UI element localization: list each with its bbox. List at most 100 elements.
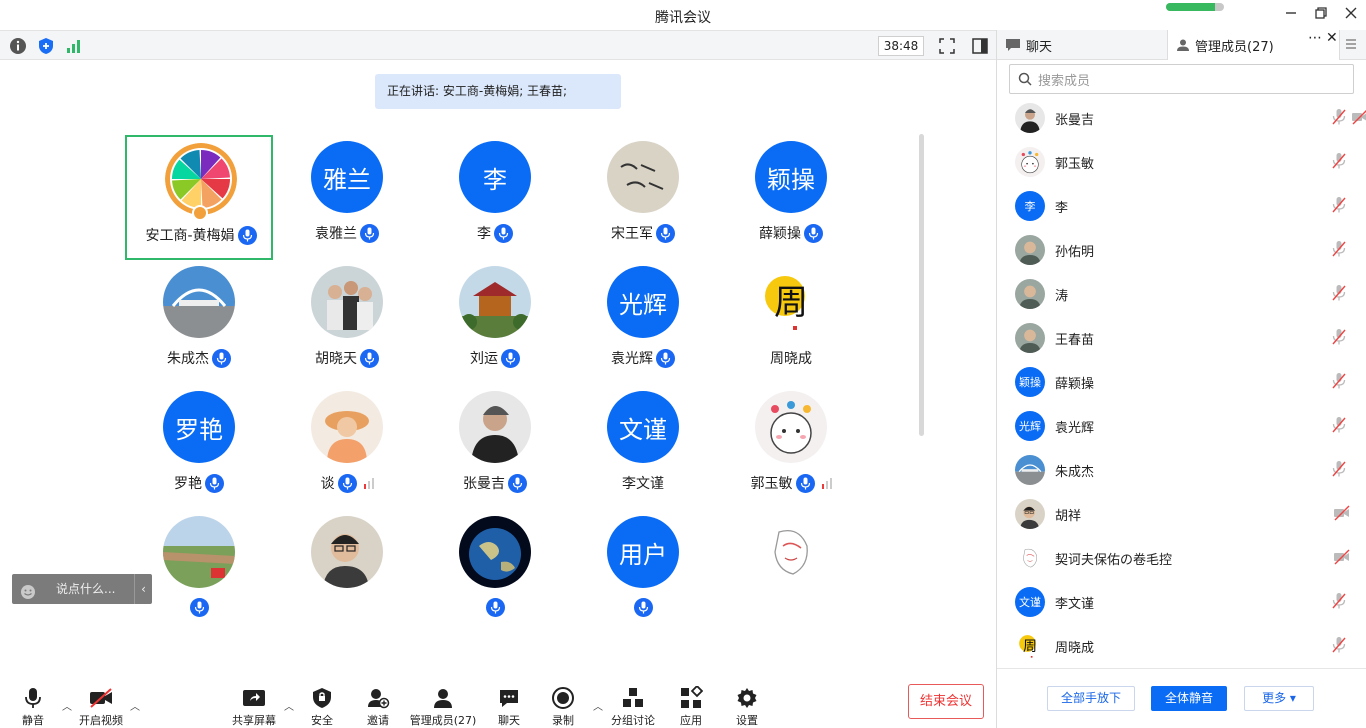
tab-members[interactable]: 管理成员(27) ⋯ ✕ (1167, 30, 1340, 60)
mic-off-icon[interactable] (1331, 240, 1347, 258)
lower-all-hands-button[interactable]: 全部手放下 (1047, 686, 1135, 711)
mic-off-icon[interactable] (1331, 416, 1347, 434)
camera-off-icon[interactable] (1351, 108, 1366, 126)
participant-name: 李 (477, 226, 491, 242)
participant-tile[interactable] (273, 510, 421, 635)
mic-off-icon[interactable] (1331, 108, 1347, 126)
mic-off-icon[interactable] (1331, 460, 1347, 478)
participant-name-row: 袁光辉 (569, 348, 717, 368)
tab-chat[interactable]: 聊天 (997, 30, 1167, 60)
camera-off-icon[interactable] (1333, 504, 1351, 522)
participant-tile[interactable]: 周周晓成 (717, 260, 865, 385)
member-list-item[interactable]: 胡祥 (997, 492, 1366, 536)
camera-off-icon[interactable] (1333, 548, 1351, 566)
security-button[interactable]: 安全 (305, 686, 339, 728)
mic-on-icon (360, 223, 379, 243)
member-list-item[interactable]: 涛 (997, 272, 1366, 316)
manage-members-button[interactable]: 管理成员(27) (406, 686, 480, 728)
mic-off-icon[interactable] (1331, 636, 1347, 654)
participant-tile[interactable]: 胡晓天 (273, 260, 421, 385)
member-name: 李 (1055, 201, 1069, 216)
participant-tile[interactable]: 郭玉敏 (717, 385, 865, 510)
mic-on-icon (508, 473, 527, 493)
member-list-item[interactable]: 周 周晓成 (997, 624, 1366, 668)
member-name: 朱成杰 (1055, 465, 1095, 480)
mute-button[interactable]: 静音 (14, 686, 52, 728)
member-list-item[interactable]: 王春苗 (997, 316, 1366, 360)
member-list-item[interactable]: 李李 (997, 184, 1366, 228)
chat-button[interactable]: 聊天 (494, 686, 524, 728)
mic-on-icon (494, 223, 513, 243)
settings-button[interactable]: 设置 (732, 686, 762, 728)
participant-tile[interactable]: 宋王军 (569, 135, 717, 260)
mic-off-icon[interactable] (1331, 284, 1347, 302)
info-icon[interactable] (9, 37, 27, 55)
close-icon[interactable] (1342, 6, 1360, 24)
more-button[interactable]: 更多 ▾ (1244, 686, 1314, 711)
participant-name-row: 李文谨 (569, 473, 717, 493)
fullscreen-icon[interactable] (938, 37, 956, 55)
participant-tile[interactable]: 张曼吉 (421, 385, 569, 510)
signal-bars-icon[interactable] (65, 37, 83, 55)
participant-avatar: 雅兰 (311, 141, 383, 213)
apps-button[interactable]: 应用 (676, 686, 706, 728)
member-avatar (1015, 455, 1045, 485)
participant-tile[interactable] (421, 510, 569, 635)
record-options-caret[interactable]: ︿ (593, 698, 603, 713)
speaking-indicator: 正在讲话: 安工商-黄梅娟; 王春苗; (375, 74, 621, 109)
toggle-sidebar-icon[interactable] (971, 37, 989, 55)
invite-button[interactable]: 邀请 (360, 686, 396, 728)
member-list-item[interactable]: 颖操 薛颖操 (997, 360, 1366, 404)
participant-tile[interactable] (717, 510, 865, 635)
mic-off-icon[interactable] (1331, 196, 1347, 214)
participant-tile[interactable] (125, 510, 273, 635)
participant-tile[interactable]: 用户 (569, 510, 717, 635)
restore-icon[interactable] (1312, 6, 1330, 24)
member-list-item[interactable]: 郭玉敏 (997, 140, 1366, 184)
member-list-item[interactable]: 光辉 袁光辉 (997, 404, 1366, 448)
quick-chat-input[interactable]: 说点什么... ‹ (12, 574, 152, 604)
audio-options-caret[interactable]: ︿ (62, 698, 72, 713)
participant-tile[interactable]: 刘运 (421, 260, 569, 385)
record-button[interactable]: 录制 (548, 686, 578, 728)
participant-tile[interactable]: 朱成杰 (125, 260, 273, 385)
grid-scrollbar[interactable] (919, 134, 924, 436)
member-list-item[interactable]: 孙佑明 (997, 228, 1366, 272)
mic-on-icon (633, 598, 653, 617)
participant-tile[interactable]: 罗艳 罗艳 (125, 385, 273, 510)
mic-off-icon[interactable] (1331, 592, 1347, 610)
end-meeting-button[interactable]: 结束会议 (908, 684, 984, 719)
participant-tile[interactable]: 光辉 袁光辉 (569, 260, 717, 385)
member-list-item[interactable]: 文谨 李文谨 (997, 580, 1366, 624)
participant-tile[interactable]: 文谨 李文谨 (569, 385, 717, 510)
breakout-rooms-button[interactable]: 分组讨论 (608, 686, 658, 728)
mic-off-icon[interactable] (1331, 372, 1347, 390)
share-options-caret[interactable]: ︿ (284, 698, 294, 713)
mute-all-button[interactable]: 全体静音 (1151, 686, 1227, 711)
participant-tile[interactable]: 谈 (273, 385, 421, 510)
share-screen-button[interactable]: 共享屏幕 (229, 686, 279, 728)
panel-menu-icon[interactable] (1343, 36, 1359, 56)
member-search-input[interactable]: 搜索成员 (1009, 64, 1354, 94)
close-panel-icon[interactable]: ✕ (1326, 30, 1338, 46)
collapse-chevron-icon[interactable]: ‹ (134, 574, 152, 604)
start-video-button[interactable]: 开启视频 (76, 686, 126, 728)
member-list-item[interactable]: 朱成杰 (997, 448, 1366, 492)
participant-tile[interactable]: 李李 (421, 135, 569, 260)
chat-tab-icon (1006, 39, 1020, 51)
participant-tile[interactable]: 雅兰 袁雅兰 (273, 135, 421, 260)
emoji-icon[interactable] (20, 581, 36, 611)
video-options-caret[interactable]: ︿ (130, 698, 140, 713)
mic-off-icon[interactable] (1331, 328, 1347, 346)
member-list-item[interactable]: 契诃夫保佑の卷毛控 (997, 536, 1366, 580)
minimize-icon[interactable] (1282, 6, 1300, 24)
mic-off-icon[interactable] (1331, 152, 1347, 170)
participant-name: 宋王军 (611, 226, 653, 242)
more-dots-icon[interactable]: ⋯ (1308, 30, 1322, 46)
participant-avatar: 周 (755, 266, 827, 338)
participant-tile[interactable]: 安工商-黄梅娟 (125, 135, 273, 260)
security-shield-icon[interactable] (37, 37, 55, 55)
panel-tabs: 聊天 管理成员(27) ⋯ ✕ (997, 30, 1366, 60)
participant-tile[interactable]: 颖操 薛颖操 (717, 135, 865, 260)
member-list-item[interactable]: 张曼吉 (997, 96, 1366, 140)
